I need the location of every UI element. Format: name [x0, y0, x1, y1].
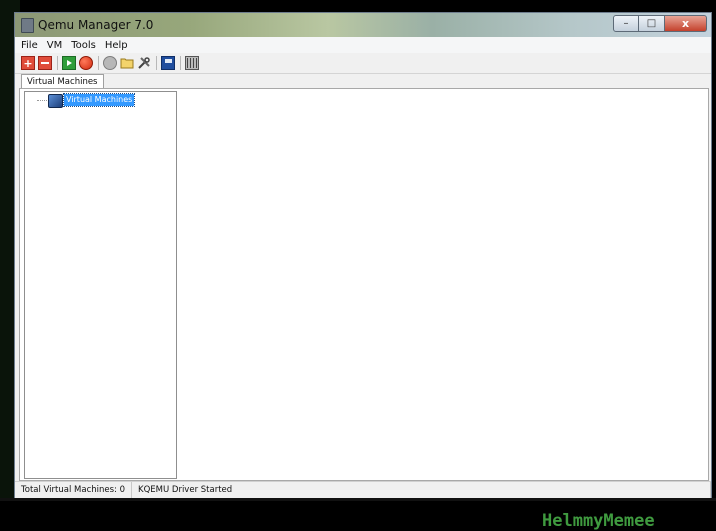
- add-vm-icon[interactable]: +: [21, 56, 35, 70]
- tree-connector-line: [37, 100, 47, 101]
- status-total-vms: Total Virtual Machines: 0: [15, 482, 133, 498]
- desktop-background-top: [0, 0, 716, 12]
- status-bar: Total Virtual Machines: 0 KQEMU Driver S…: [15, 481, 711, 498]
- remove-vm-icon[interactable]: [38, 56, 52, 70]
- window-title: Qemu Manager 7.0: [38, 18, 154, 32]
- toolbar-separator: [156, 56, 157, 70]
- status-driver: KQEMU Driver Started: [132, 482, 711, 498]
- open-folder-icon[interactable]: [120, 56, 134, 70]
- tools-icon[interactable]: [137, 56, 151, 70]
- menu-bar: File VM Tools Help: [15, 37, 711, 53]
- app-icon[interactable]: [21, 18, 34, 33]
- toolbar-separator: [180, 56, 181, 70]
- toolbar: +: [15, 53, 711, 74]
- table-icon[interactable]: [185, 56, 199, 70]
- tab-virtual-machines[interactable]: Virtual Machines: [21, 74, 104, 89]
- menu-vm[interactable]: VM: [47, 40, 62, 51]
- watermark-text: HelmmyMemee: [542, 511, 655, 531]
- maximize-button[interactable]: □: [639, 15, 665, 32]
- refresh-icon[interactable]: [103, 56, 117, 70]
- menu-tools[interactable]: Tools: [71, 40, 96, 51]
- qemu-manager-window: Qemu Manager 7.0 – □ x File VM Tools Hel…: [14, 12, 712, 531]
- menu-file[interactable]: File: [21, 40, 38, 51]
- minimize-button[interactable]: –: [613, 15, 639, 32]
- toolbar-separator: [98, 56, 99, 70]
- close-button[interactable]: x: [665, 15, 707, 32]
- title-bar[interactable]: Qemu Manager 7.0 – □ x: [15, 13, 711, 37]
- virtual-machines-folder-icon[interactable]: [48, 94, 63, 108]
- start-vm-icon[interactable]: [62, 56, 76, 70]
- tab-strip: Virtual Machines: [15, 74, 711, 89]
- vm-tree-view[interactable]: Virtual Machines: [24, 91, 177, 479]
- menu-help[interactable]: Help: [105, 40, 128, 51]
- toolbar-separator: [57, 56, 58, 70]
- tree-node-virtual-machines[interactable]: Virtual Machines: [62, 93, 136, 107]
- save-icon[interactable]: [161, 56, 175, 70]
- stop-vm-icon[interactable]: [79, 56, 93, 70]
- window-controls: – □ x: [613, 15, 707, 32]
- tab-content-panel: Virtual Machines HelmmyMemee: [19, 88, 709, 531]
